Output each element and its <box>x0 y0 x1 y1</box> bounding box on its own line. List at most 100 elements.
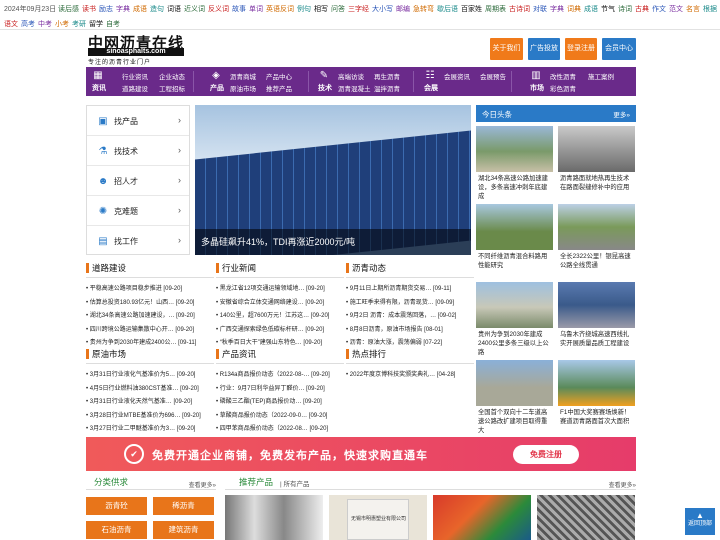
news-item[interactable]: • 施工旺季来得有限，沥青现货… [09-09] <box>346 297 474 306</box>
menu-find-products[interactable]: ▣ 找产品 › <box>87 106 189 136</box>
back-to-top-button[interactable]: ▲ 返回顶部 <box>685 508 715 535</box>
news-item[interactable]: • 估算总投资180.93亿元！山西… [09-20] <box>86 297 214 306</box>
top-link[interactable]: 英语反词 <box>266 6 294 13</box>
top-link[interactable]: 字典 <box>116 6 130 13</box>
nav-cat-products[interactable]: 产品 <box>206 83 228 93</box>
nav-link[interactable]: 高端访谈 <box>338 71 364 81</box>
top-link[interactable]: 大小写 <box>372 6 393 13</box>
top-link[interactable]: 故事 <box>232 6 246 13</box>
nav-cat-market[interactable]: 市场 <box>526 83 548 93</box>
top-link[interactable]: 急转弯 <box>413 6 434 13</box>
menu-find-jobs[interactable]: ▤ 找工作 › <box>87 226 189 256</box>
top-link[interactable]: 根据 <box>703 6 717 13</box>
menu-find-tech[interactable]: ⚗ 找技术 › <box>87 136 189 166</box>
news-item[interactable]: • 3月27日行业二甲醚基准价为3… [09-20] <box>86 423 214 432</box>
top-link[interactable]: 古典 <box>635 6 649 13</box>
category-tag[interactable]: 沥青砼 <box>86 497 147 515</box>
top-link[interactable]: 励志 <box>99 6 113 13</box>
news-item[interactable]: • 贵州为争到2030年建成2400公… [09-11] <box>86 337 214 346</box>
top-link[interactable]: 语文 <box>4 21 18 28</box>
news-item[interactable]: • 沥青：原油大涨，震荡偏弱 [07-22] <box>346 337 474 346</box>
news-item[interactable]: • 广西交通探索绿色低碳标杆研… [09-20] <box>216 324 344 333</box>
news-item[interactable]: • 平稳高速公路项目稳步推进 [09-20] <box>86 283 214 292</box>
nav-link[interactable]: 温拌沥青 <box>374 83 400 93</box>
about-us-button[interactable]: 关于我们 <box>490 38 523 60</box>
product-image-colored-pavement[interactable] <box>433 495 531 540</box>
top-link[interactable]: 三字经 <box>348 6 369 13</box>
news-item[interactable]: • 草酸商品报价动态（2022-09-0… [09-20] <box>216 410 344 419</box>
headline-card[interactable]: 沥青路面就地热再生技术在路面裂缝修补中的应用 <box>558 126 635 193</box>
top-link[interactable]: 中考 <box>38 21 52 28</box>
product-image-pipes[interactable] <box>225 495 323 540</box>
headline-card[interactable]: 不同纤维沥青混合料路用性能研究 <box>476 204 553 271</box>
menu-solve-problems[interactable]: ✺ 克难题 › <box>87 196 189 226</box>
free-store-ad-banner[interactable]: ✔ 免费开通企业商铺，免费发布产品，快速求购直通车 免费注册 <box>86 437 636 471</box>
nav-link[interactable]: 道路建设 <box>122 83 148 93</box>
top-link[interactable]: 字典 <box>550 6 564 13</box>
top-link[interactable]: 留学 <box>89 21 103 28</box>
top-link[interactable]: 成语 <box>584 6 598 13</box>
top-link[interactable]: 诗词 <box>618 6 632 13</box>
member-center-button[interactable]: 会员中心 <box>602 38 636 60</box>
top-link[interactable]: 节气 <box>601 6 615 13</box>
top-link[interactable]: 作文 <box>652 6 666 13</box>
top-link[interactable]: 高考 <box>21 21 35 28</box>
news-item[interactable]: • 9月2日 沥青：成本震荡回落，… [09-02] <box>346 310 474 319</box>
top-link[interactable]: 邮编 <box>396 6 410 13</box>
headline-card[interactable]: 全长2322公里！银昆高速公路全线贯通 <box>558 204 635 271</box>
nav-link[interactable]: 工程招标 <box>159 83 185 93</box>
top-link[interactable]: 相写 <box>314 6 328 13</box>
nav-cat-news[interactable]: 资讯 <box>88 83 110 93</box>
top-link[interactable]: 对联 <box>533 6 547 13</box>
top-link[interactable]: 词典 <box>567 6 581 13</box>
free-register-button[interactable]: 免费注册 <box>513 445 579 464</box>
nav-link[interactable]: 原油市场 <box>230 83 256 93</box>
nav-link[interactable]: 会展资讯 <box>444 71 470 81</box>
nav-link[interactable]: 会展预告 <box>480 71 506 81</box>
top-link[interactable]: 反义词 <box>208 6 229 13</box>
hero-banner[interactable]: 多晶硅飙升41%，TDI再涨近2000元/吨 <box>195 105 471 255</box>
top-link[interactable]: 歇后语 <box>437 6 458 13</box>
news-item[interactable]: • 行业：9月7日利华益异丁醛价… [09-20] <box>216 383 344 392</box>
top-link[interactable]: 自考 <box>106 21 120 28</box>
headline-card[interactable]: 乌鲁木齐绕城高速西线扎实开展质量品质工程建设 <box>558 282 635 349</box>
top-link[interactable]: 成语 <box>133 6 147 13</box>
top-link[interactable]: 读后感 <box>58 6 79 13</box>
nav-link[interactable]: 彩色沥青 <box>550 83 576 93</box>
top-link[interactable]: 周期表 <box>485 6 506 13</box>
nav-link[interactable]: 再生沥青 <box>374 71 400 81</box>
headline-card[interactable]: 贵州为争到2030年建成2400公里多条三级以上公路 <box>476 282 553 356</box>
nav-link[interactable]: 推荐产品 <box>266 83 292 93</box>
top-link[interactable]: 名言 <box>686 6 700 13</box>
headline-card[interactable]: F1中国大奖赛赛场焕新！赛道沥青路面首次大面积 <box>558 360 635 427</box>
products-more-link[interactable]: 查看更多» <box>609 480 636 489</box>
product-image-mesh[interactable] <box>537 495 635 540</box>
news-item[interactable]: • R134a商品报价动态（2022-08-… [09-20] <box>216 369 344 378</box>
news-item[interactable]: • “秋季百日大干”建强山东特色… [09-20] <box>216 337 344 346</box>
top-link[interactable]: 单词 <box>249 6 263 13</box>
top-link[interactable]: 范文 <box>669 6 683 13</box>
headline-card[interactable]: 湖北34条高速公路加速建设，多条高速冲刺年底建成 <box>476 126 553 200</box>
top-link[interactable]: 近义词 <box>184 6 205 13</box>
news-item[interactable]: • 4月5日行业燃料油380CST基准… [09-20] <box>86 383 214 392</box>
top-link[interactable]: 百家姓 <box>461 6 482 13</box>
category-tag[interactable]: 石油沥青 <box>86 521 147 539</box>
category-tag[interactable]: 稀沥青 <box>153 497 214 515</box>
news-item[interactable]: • 3月28日行业MTBE基准价为696… [09-20] <box>86 410 214 419</box>
top-link[interactable]: 读书 <box>82 6 96 13</box>
news-item[interactable]: • 四甲苯商品报价动态（2022-08… [09-20] <box>216 423 344 432</box>
headlines-more-link[interactable]: 更多» <box>613 109 630 119</box>
news-item[interactable]: • 黑龙江省12项交通运输领域地… [09-20] <box>216 283 344 292</box>
top-link[interactable]: 造句 <box>150 6 164 13</box>
top-link[interactable]: 考研 <box>72 21 86 28</box>
nav-link[interactable]: 沥青混凝土 <box>338 83 371 93</box>
news-item[interactable]: • 3月31日行业液化天然气基准… [09-20] <box>86 396 214 405</box>
all-products-link[interactable]: | 所有产品 <box>280 478 310 488</box>
news-item[interactable]: • 四川跨境公路运输集散中心开… [09-20] <box>86 324 214 333</box>
top-link[interactable]: 词语 <box>167 6 181 13</box>
nav-link[interactable]: 产品中心 <box>266 71 292 81</box>
news-item[interactable]: • 2022年度京博科技奖颁奖典礼… [04-28] <box>346 369 474 378</box>
product-image-bag[interactable]: 无锡市明惠塑业有限公司 <box>329 495 427 540</box>
nav-link[interactable]: 沥青商城 <box>230 71 256 81</box>
nav-link[interactable]: 施工案例 <box>588 71 614 81</box>
